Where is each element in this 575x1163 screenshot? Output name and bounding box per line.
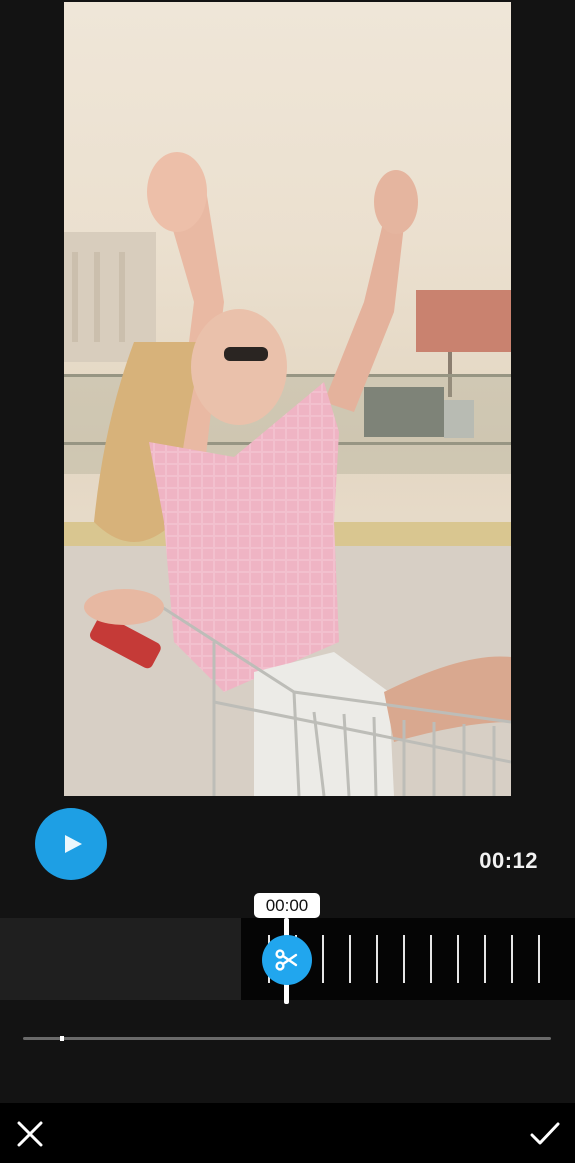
close-icon xyxy=(17,1121,43,1147)
video-duration: 00:12 xyxy=(479,848,538,873)
timeline-tick xyxy=(403,935,405,983)
check-icon xyxy=(530,1122,560,1145)
cut-handle[interactable] xyxy=(262,935,312,985)
timeline-tick xyxy=(349,935,351,983)
timeline-tick xyxy=(511,935,513,983)
video-preview xyxy=(64,2,511,796)
timeline-tick xyxy=(484,935,486,983)
timeline-tick xyxy=(430,935,432,983)
scissors-icon xyxy=(275,949,298,971)
scrub-thumb[interactable] xyxy=(59,1036,64,1041)
timeline-tick xyxy=(376,935,378,983)
scrub-bar[interactable] xyxy=(23,1037,551,1040)
bottom-action-bar xyxy=(0,1103,575,1163)
video-frame-image xyxy=(64,152,511,796)
timeline-tick xyxy=(322,935,324,983)
cancel-button[interactable] xyxy=(12,1116,48,1152)
timeline-tick xyxy=(457,935,459,983)
timeline-tick xyxy=(538,935,540,983)
current-time-label: 00:00 xyxy=(254,893,320,918)
play-icon xyxy=(65,835,82,853)
play-button[interactable] xyxy=(35,808,107,880)
confirm-button[interactable] xyxy=(526,1116,564,1152)
